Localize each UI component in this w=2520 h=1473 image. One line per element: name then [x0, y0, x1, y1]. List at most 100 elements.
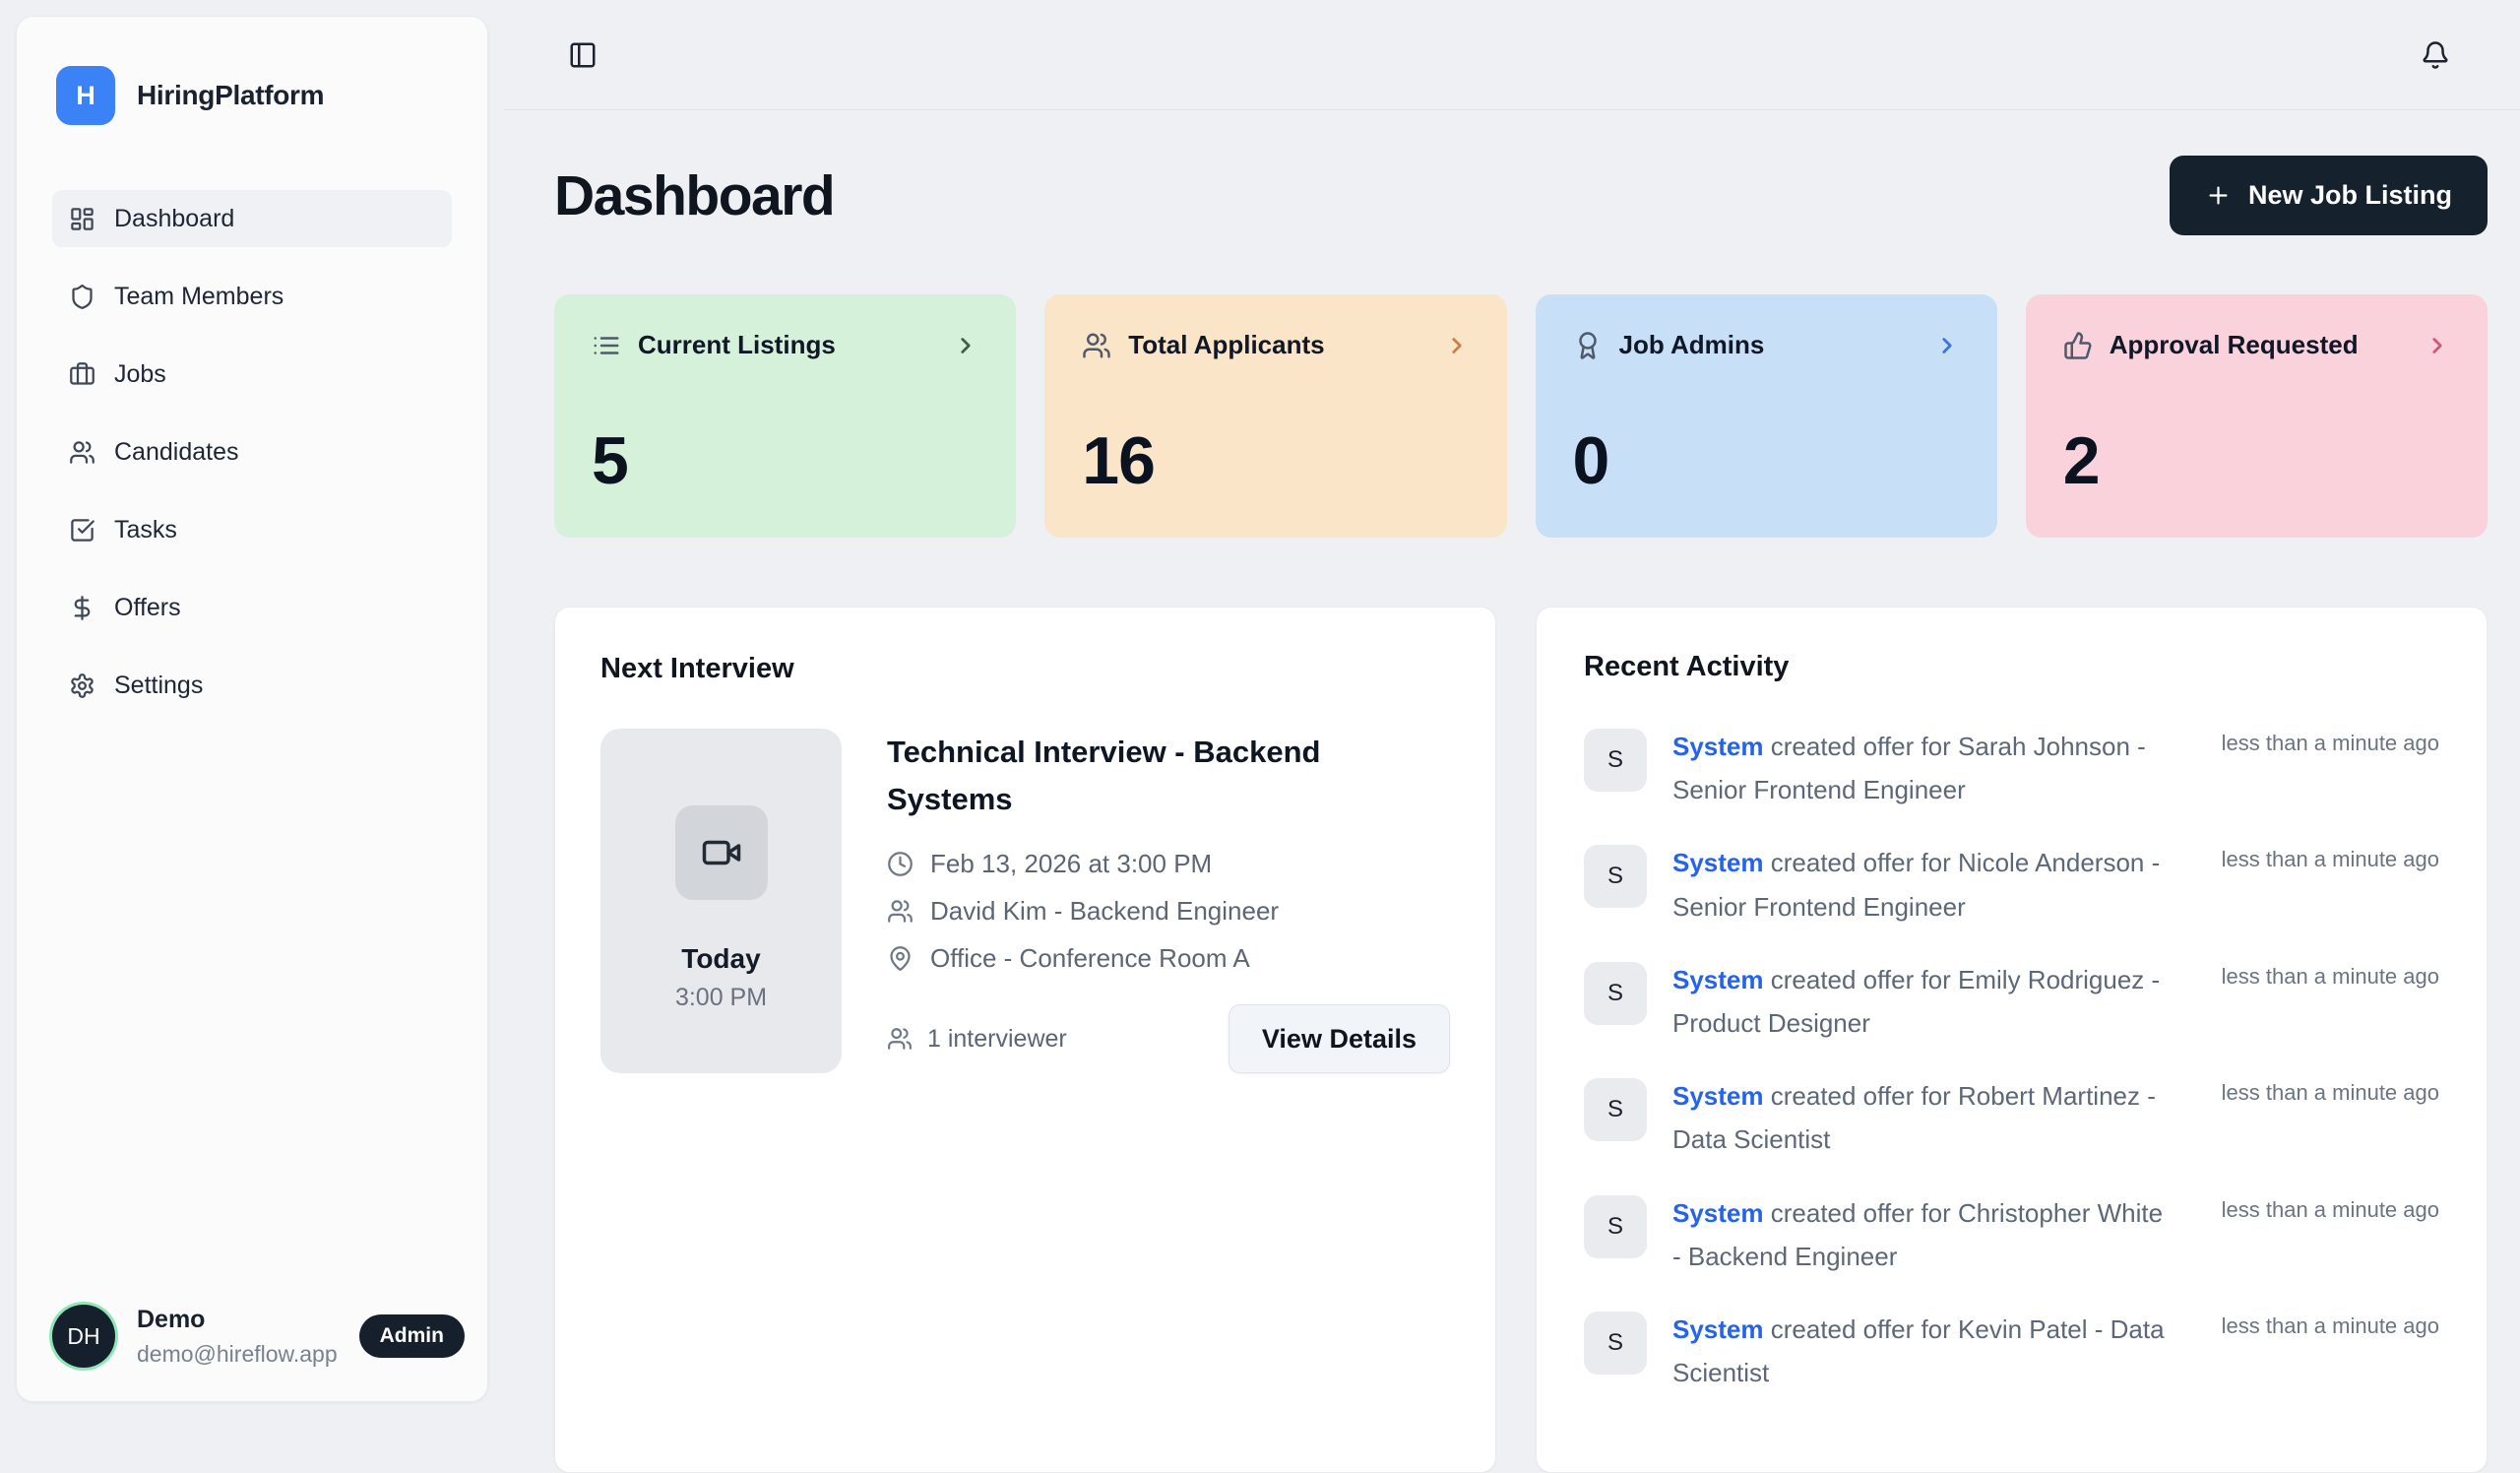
activity-actor-link[interactable]: System	[1672, 965, 1764, 994]
shield-icon	[69, 284, 95, 310]
stat-value: 2	[2063, 427, 2450, 494]
sidebar-item-label: Settings	[114, 672, 203, 700]
chevron-right-icon	[953, 333, 978, 358]
users-icon	[887, 1026, 913, 1052]
sidebar-item-tasks[interactable]: Tasks	[52, 501, 452, 558]
users-icon	[69, 439, 95, 466]
brand-name: HiringPlatform	[137, 80, 324, 111]
stat-card-header: Total Applicants	[1082, 330, 1469, 360]
view-details-button[interactable]: View Details	[1228, 1004, 1450, 1073]
next-interview-title: Next Interview	[600, 653, 1450, 685]
activity-avatar: S	[1584, 1312, 1647, 1375]
stat-value: 5	[592, 427, 978, 494]
sidebar-item-jobs[interactable]: Jobs	[52, 346, 452, 403]
activity-item: S System created offer for Robert Martin…	[1584, 1078, 2439, 1161]
activity-text: System created offer for Robert Martinez…	[1672, 1074, 2165, 1161]
role-badge: Admin	[359, 1314, 465, 1358]
users-icon	[887, 898, 914, 925]
user-email: demo@hireflow.app	[137, 1341, 338, 1368]
page-title: Dashboard	[554, 163, 834, 228]
stat-value: 16	[1082, 427, 1469, 494]
new-job-listing-button[interactable]: New Job Listing	[2170, 156, 2488, 235]
brand: H HiringPlatform	[56, 66, 448, 125]
sidebar-item-settings[interactable]: Settings	[52, 657, 452, 714]
users-icon	[1082, 331, 1111, 360]
activity-timestamp: less than a minute ago	[2222, 1197, 2439, 1223]
activity-avatar: S	[1584, 845, 1647, 908]
activity-actor-link[interactable]: System	[1672, 732, 1764, 761]
sidebar-toggle-button[interactable]	[561, 33, 604, 77]
activity-text: System created offer for Nicole Anderson…	[1672, 841, 2165, 928]
activity-actor-link[interactable]: System	[1672, 1314, 1764, 1344]
stat-card-current-listings[interactable]: Current Listings 5	[554, 294, 1016, 538]
content: Dashboard New Job Listing Current Listin…	[504, 156, 2520, 1473]
plus-icon	[2205, 182, 2232, 209]
sidebar-item-label: Candidates	[114, 438, 238, 467]
sidebar-nav: Dashboard Team Members Jobs Candidates T…	[52, 190, 452, 714]
activity-timestamp: less than a minute ago	[2222, 964, 2439, 990]
topbar	[504, 0, 2520, 110]
dashboard-icon	[69, 206, 95, 232]
clock-icon	[887, 851, 914, 877]
sidebar-item-team-members[interactable]: Team Members	[52, 268, 452, 325]
activity-item: S System created offer for Christopher W…	[1584, 1195, 2439, 1278]
interview-details: Technical Interview - Backend Systems Fe…	[887, 729, 1450, 1073]
activity-actor-link[interactable]: System	[1672, 848, 1764, 877]
stat-card-total-applicants[interactable]: Total Applicants 16	[1044, 294, 1506, 538]
activity-text: System created offer for Emily Rodriguez…	[1672, 958, 2165, 1045]
stat-label: Approval Requested	[2110, 330, 2359, 360]
activity-avatar: S	[1584, 1078, 1647, 1141]
sidebar-item-dashboard[interactable]: Dashboard	[52, 190, 452, 247]
chevron-right-icon	[1444, 333, 1470, 358]
activity-item: S System created offer for Sarah Johnson…	[1584, 729, 2439, 811]
activity-item: S System created offer for Nicole Anders…	[1584, 845, 2439, 928]
panel-left-icon	[568, 40, 598, 70]
next-interview-body: Today 3:00 PM Technical Interview - Back…	[600, 729, 1450, 1073]
recent-activity-title: Recent Activity	[1584, 651, 2439, 683]
interview-person-row: David Kim - Backend Engineer	[887, 896, 1450, 927]
interview-title: Technical Interview - Backend Systems	[887, 729, 1379, 823]
interview-date-tile: Today 3:00 PM	[600, 729, 842, 1073]
sidebar-item-label: Team Members	[114, 283, 284, 311]
video-icon-tile	[675, 805, 768, 900]
activity-actor-link[interactable]: System	[1672, 1198, 1764, 1228]
sidebar-item-offers[interactable]: Offers	[52, 579, 452, 636]
stat-card-approval-requested[interactable]: Approval Requested 2	[2026, 294, 2488, 538]
interview-footer: 1 interviewer View Details	[887, 1004, 1450, 1073]
sidebar-item-candidates[interactable]: Candidates	[52, 423, 452, 480]
activity-list: S System created offer for Sarah Johnson…	[1584, 729, 2439, 1394]
stat-value: 0	[1573, 427, 1960, 494]
interview-meta: Feb 13, 2026 at 3:00 PM David Kim - Back…	[887, 849, 1450, 974]
activity-timestamp: less than a minute ago	[2222, 731, 2439, 756]
recent-activity-card: Recent Activity S System created offer f…	[1536, 607, 2488, 1473]
interview-location-row: Office - Conference Room A	[887, 943, 1450, 974]
activity-actor-link[interactable]: System	[1672, 1081, 1764, 1111]
user-meta: Demo demo@hireflow.app	[137, 1306, 338, 1368]
activity-timestamp: less than a minute ago	[2222, 847, 2439, 872]
interview-location: Office - Conference Room A	[930, 943, 1250, 974]
interview-time: 3:00 PM	[675, 984, 767, 1012]
user-profile[interactable]: DH Demo demo@hireflow.app Admin	[52, 1305, 452, 1368]
interview-person: David Kim - Backend Engineer	[930, 896, 1279, 927]
notifications-button[interactable]	[2414, 33, 2457, 77]
interview-datetime-row: Feb 13, 2026 at 3:00 PM	[887, 849, 1450, 879]
sidebar: H HiringPlatform Dashboard Team Members …	[16, 16, 488, 1402]
stat-card-header: Current Listings	[592, 330, 978, 360]
activity-text: System created offer for Kevin Patel - D…	[1672, 1308, 2165, 1394]
activity-item: S System created offer for Emily Rodrigu…	[1584, 962, 2439, 1045]
activity-timestamp: less than a minute ago	[2222, 1080, 2439, 1106]
brand-logo: H	[56, 66, 115, 125]
interviewer-count-label: 1 interviewer	[927, 1025, 1067, 1054]
list-icon	[592, 331, 621, 360]
map-pin-icon	[887, 945, 914, 972]
interview-datetime: Feb 13, 2026 at 3:00 PM	[930, 849, 1212, 879]
stat-card-job-admins[interactable]: Job Admins 0	[1536, 294, 1997, 538]
interview-day: Today	[681, 943, 760, 975]
stat-label: Total Applicants	[1128, 330, 1324, 360]
main-area: Dashboard New Job Listing Current Listin…	[504, 0, 2520, 1418]
stat-label: Job Admins	[1619, 330, 1765, 360]
activity-item: S System created offer for Kevin Patel -…	[1584, 1312, 2439, 1394]
avatar: DH	[52, 1305, 115, 1368]
new-job-listing-label: New Job Listing	[2248, 180, 2452, 211]
panels-row: Next Interview Today 3:00 PM Technical I…	[554, 607, 2488, 1473]
